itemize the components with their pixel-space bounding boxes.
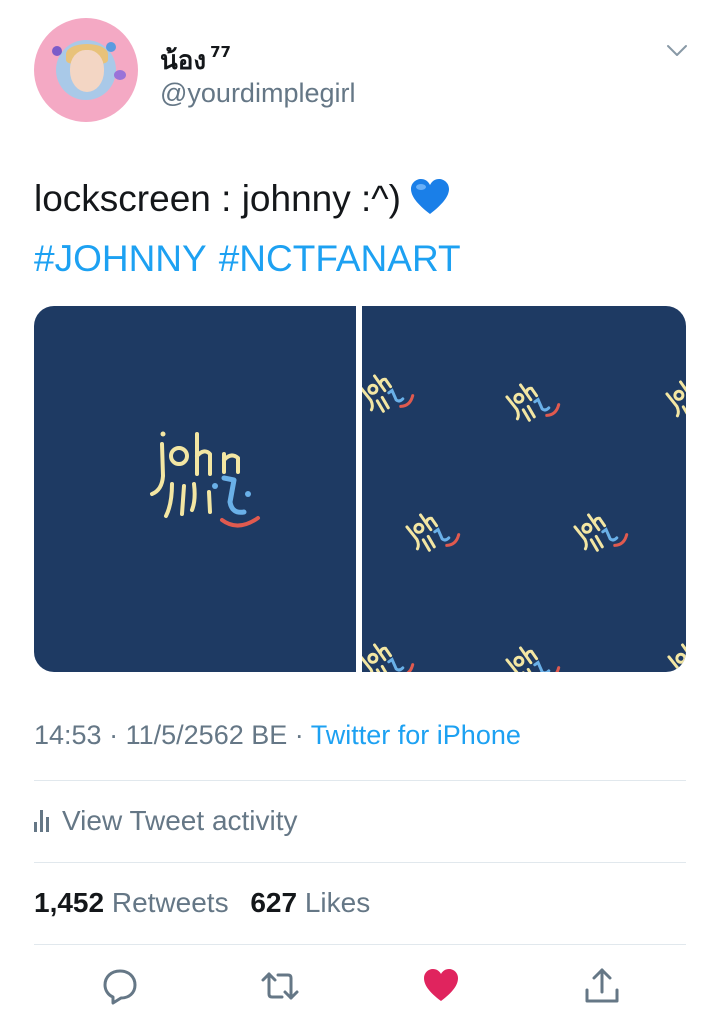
tweet-text-content: lockscreen : johnny :^)	[34, 178, 401, 219]
tweet-date: 11/5/2562 BE	[125, 720, 288, 750]
tweet-text: lockscreen : johnny :^)	[34, 176, 694, 221]
analytics-icon	[34, 810, 52, 832]
view-tweet-activity-button[interactable]: View Tweet activity	[34, 805, 298, 837]
share-icon[interactable]	[582, 966, 622, 1006]
divider	[34, 862, 686, 863]
johnny-artwork	[150, 431, 260, 528]
likes-stat[interactable]: 627 Likes	[250, 887, 370, 918]
meta-separator: ·	[294, 720, 304, 750]
johnny-pattern-artwork	[355, 362, 686, 672]
retweets-label: Retweets	[111, 887, 229, 918]
reply-icon[interactable]	[100, 966, 140, 1006]
tweet-time: 14:53	[34, 720, 102, 750]
divider	[34, 780, 686, 781]
like-icon[interactable]	[421, 966, 461, 1006]
media-image-pattern[interactable]	[355, 306, 686, 672]
media-grid	[34, 306, 686, 672]
hashtag-link[interactable]: #NCTFANART	[219, 238, 461, 279]
likes-label: Likes	[304, 887, 371, 918]
user-handle[interactable]: @yourdimplegirl	[160, 78, 355, 109]
media-image-single[interactable]	[34, 306, 356, 672]
meta-separator: ·	[109, 720, 119, 750]
hashtag-link[interactable]: #JOHNNY	[34, 238, 207, 279]
chevron-down-icon[interactable]	[666, 44, 688, 58]
hashtags: #JOHNNY #NCTFANART	[34, 236, 473, 281]
tweet-action-bar	[0, 960, 721, 1016]
retweet-icon[interactable]	[260, 966, 300, 1006]
retweets-count: 1,452	[34, 887, 105, 918]
divider	[34, 944, 686, 945]
avatar-decoration	[52, 46, 62, 56]
tweet-stats: 1,452 Retweets 627 Likes	[34, 887, 384, 919]
display-name-suffix: 77	[210, 43, 231, 61]
display-name-text: น้อง	[160, 46, 207, 76]
tweet-source-link[interactable]: Twitter for iPhone	[311, 720, 521, 750]
blue-heart-icon	[410, 179, 449, 214]
avatar[interactable]	[34, 18, 138, 122]
avatar-decoration	[106, 42, 116, 52]
likes-count: 627	[250, 887, 298, 918]
retweets-stat[interactable]: 1,452 Retweets	[34, 887, 229, 918]
avatar-face	[70, 50, 104, 92]
tweet-header: น้อง 77 @yourdimplegirl	[0, 0, 721, 140]
avatar-decoration	[114, 70, 126, 80]
tweet-meta: 14:53 · 11/5/2562 BE · Twitter for iPhon…	[34, 720, 521, 751]
display-name[interactable]: น้อง 77	[160, 40, 231, 81]
view-tweet-activity-label: View Tweet activity	[62, 805, 298, 836]
